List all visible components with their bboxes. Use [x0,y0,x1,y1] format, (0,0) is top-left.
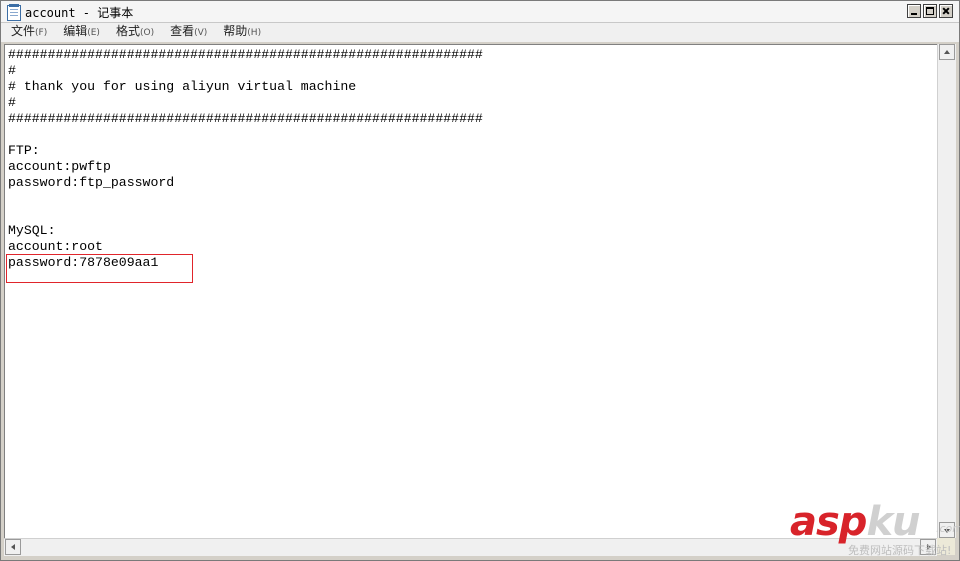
menu-bar: 文件(F) 编辑(E) 格式(O) 查看(V) 帮助(H) [1,23,959,42]
watermark-tagline: 免费网站源码下载站! [848,544,952,557]
menu-edit[interactable]: 编辑(E) [57,22,106,43]
minimize-button[interactable] [907,4,921,18]
title-bar[interactable]: account - 记事本 [1,1,959,23]
maximize-icon [924,5,936,17]
watermark-logo: aspku [790,499,921,545]
menu-edit-label: 编辑 [63,24,88,38]
menu-format-label: 格式 [115,24,140,38]
maximize-button[interactable] [923,4,937,18]
scroll-left-button[interactable] [5,539,21,555]
menu-help[interactable]: 帮助(H) [217,22,267,43]
close-icon [940,5,952,17]
menu-file[interactable]: 文件(F) [5,22,53,43]
scroll-left-icon [11,544,15,550]
document-text[interactable]: ########################################… [8,47,483,271]
vertical-scrollbar[interactable] [937,44,956,538]
scroll-up-icon [944,50,950,54]
menu-file-label: 文件 [11,24,36,38]
watermark-brand-red: asp [790,499,867,545]
menu-file-accel: (F) [35,28,48,38]
menu-view-accel: (V) [194,28,208,38]
notepad-app-icon[interactable] [7,4,21,21]
close-button[interactable] [939,4,953,18]
password-highlight-box [6,254,193,283]
window-title: account - 记事本 [25,6,134,20]
scroll-up-button[interactable] [939,44,955,60]
window-controls [907,4,953,18]
watermark-brand-gray: ku [866,499,920,545]
text-editor[interactable]: ########################################… [4,44,937,538]
menu-format[interactable]: 格式(O) [110,22,160,43]
minimize-icon [908,5,920,17]
notepad-window: account - 记事本 文件(F) 编辑(E) 格式(O) 查看(V) 帮助… [0,0,960,561]
menu-view[interactable]: 查看(V) [164,22,213,43]
menu-view-label: 查看 [170,24,195,38]
menu-help-accel: (H) [247,28,262,38]
menu-format-accel: (O) [139,28,155,38]
menu-edit-accel: (E) [87,28,100,38]
site-watermark: aspku .com 免费网站源码下载站! [790,500,960,560]
watermark-suffix: .com [936,522,960,535]
menu-help-label: 帮助 [223,24,248,38]
